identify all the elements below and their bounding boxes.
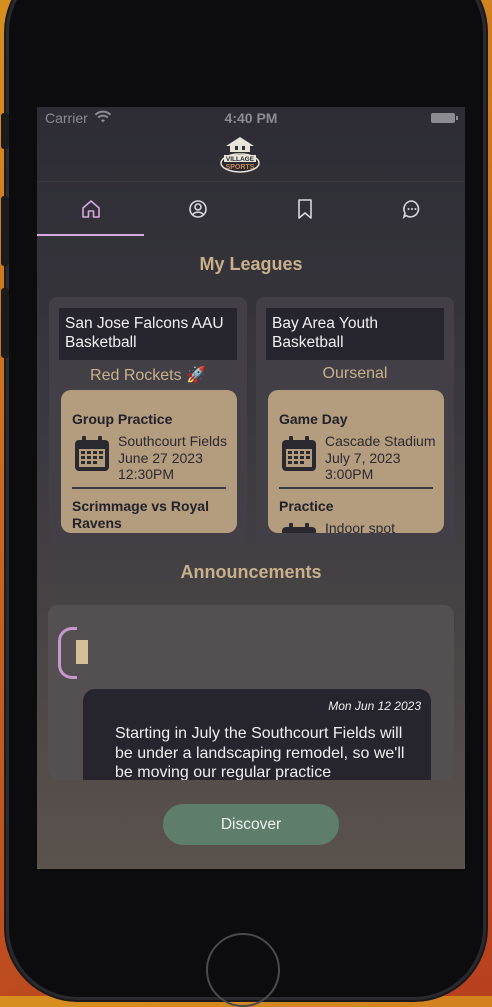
tab-profile[interactable] (144, 182, 251, 236)
event-date: June 27 2023 (118, 449, 203, 466)
event-time: 3:00PM (325, 466, 374, 482)
event-divider (72, 487, 226, 489)
volume-up-button (1, 196, 9, 266)
calendar-icon (282, 523, 316, 533)
calendar-icon (75, 436, 109, 471)
my-leagues-heading: My Leagues (199, 254, 303, 274)
profile-icon (188, 200, 207, 218)
bookmark-icon (297, 199, 312, 219)
event-title: Scrimmage vs Royal Ravens (72, 498, 209, 531)
event-title: Game Day (279, 411, 348, 427)
svg-text:SPORTS: SPORTS (226, 164, 255, 171)
discover-button[interactable]: Discover (163, 804, 339, 845)
team-name: Oursenal (322, 365, 388, 382)
tab-bar (37, 181, 465, 236)
event-location: Southcourt Fields (118, 433, 227, 449)
announcement-date: Mon Jun 12 2023 (328, 699, 421, 713)
announcements-heading: Announcements (180, 562, 322, 582)
village-sports-logo: VILLAGE SPORTS (220, 137, 260, 173)
team-name: Red Rockets 🚀 (90, 367, 206, 384)
tab-home[interactable] (37, 182, 144, 236)
leagues-carousel[interactable]: San Jose Falcons AAU Basketball Red Rock… (49, 297, 454, 545)
mute-switch (1, 113, 9, 149)
league-card[interactable]: San Jose Falcons AAU Basketball Red Rock… (49, 297, 247, 545)
announcement-text: Starting in July the Southcourt Fields w… (115, 725, 405, 780)
event-details: Cascade Stadium July 7, 2023 3:00PM (325, 433, 436, 483)
volume-down-button (1, 288, 9, 358)
tab-bookmarks[interactable] (251, 182, 358, 236)
league-card[interactable]: Bay Area Youth Basketball Oursenal Game … (256, 297, 454, 545)
event-title: Group Practice (72, 411, 173, 427)
quote-bracket (58, 627, 77, 679)
status-bar: Carrier 4:40 PM (37, 107, 465, 129)
status-time: 4:40 PM (224, 110, 278, 126)
home-icon (81, 200, 100, 218)
events-list[interactable]: Group Practice Southcourt Fields June 27… (61, 390, 237, 533)
calendar-icon (282, 436, 316, 471)
event-location: Cascade Stadium (325, 433, 436, 449)
battery-icon (431, 113, 458, 123)
league-name: Bay Area Youth Basketball (266, 308, 444, 360)
event-date: July 7, 2023 (325, 449, 401, 466)
event-title: Practice (279, 498, 334, 514)
event-details: Southcourt Fields June 27 2023 12:30PM (118, 433, 227, 483)
chat-icon (402, 200, 419, 219)
quote-bar (76, 640, 88, 664)
tab-messages[interactable] (358, 182, 465, 236)
app-screen: Carrier 4:40 PM VILLAGE SPORTS My League… (37, 107, 465, 869)
event-divider (279, 487, 433, 489)
events-list[interactable]: Game Day Cascade Stadium July 7, 2023 3:… (268, 390, 444, 533)
event-location: Indoor spot (325, 520, 396, 533)
league-name: San Jose Falcons AAU Basketball (59, 308, 237, 360)
svg-text:VILLAGE: VILLAGE (226, 156, 255, 163)
announcement-message[interactable]: Mon Jun 12 2023 Starting in July the Sou… (83, 689, 431, 780)
announcements-panel[interactable]: Mon Jun 12 2023 Starting in July the Sou… (48, 605, 454, 780)
event-time: 12:30PM (118, 466, 175, 482)
